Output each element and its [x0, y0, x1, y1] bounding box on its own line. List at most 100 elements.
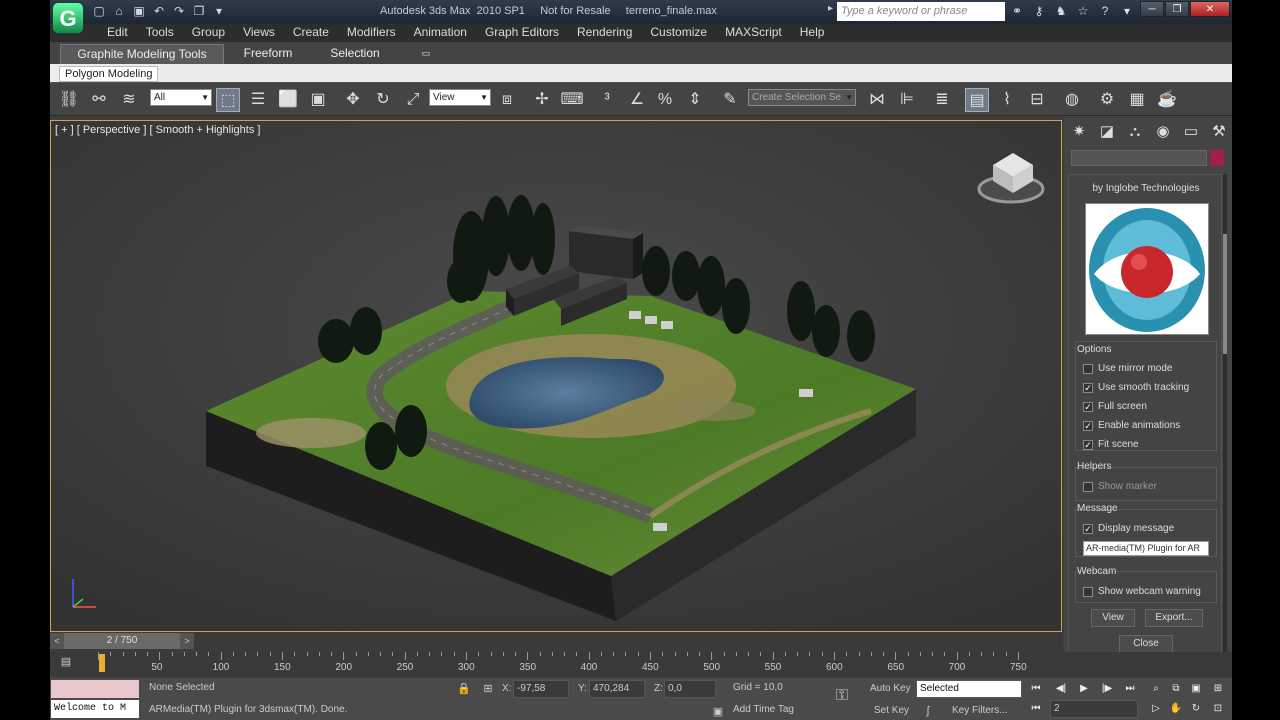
add-time-tag[interactable]: Add Time Tag — [730, 702, 820, 720]
set-key-icon[interactable]: ⚿ — [834, 688, 850, 704]
utilities-tab-icon[interactable]: ⚒ — [1208, 121, 1230, 143]
menu-views[interactable]: Views — [234, 24, 284, 42]
close-window-button[interactable]: ✕ — [1190, 1, 1230, 17]
menu-graph-editors[interactable]: Graph Editors — [476, 24, 568, 42]
maxscript-mini-listener[interactable]: Welcome to M — [51, 700, 139, 718]
absolute-mode-icon[interactable]: ⊞ — [480, 681, 496, 697]
object-name-field[interactable] — [1071, 150, 1207, 166]
menu-create[interactable]: Create — [284, 24, 338, 42]
play-icon[interactable]: ▶ — [1074, 680, 1094, 697]
checkbox-box[interactable] — [1083, 586, 1093, 597]
current-frame-marker[interactable] — [99, 654, 106, 672]
quick-access-dropdown-icon[interactable]: ▾ — [210, 3, 228, 20]
mirror-icon[interactable]: ⋈ — [865, 88, 889, 112]
restore-button[interactable]: ❐ — [1165, 1, 1189, 17]
tab-freeform[interactable]: Freeform — [230, 44, 306, 64]
go-to-start-icon[interactable]: ⏮ — [1026, 680, 1046, 697]
window-crossing-icon[interactable]: ▣ — [306, 88, 330, 112]
select-and-rotate-icon[interactable]: ↻ — [371, 88, 395, 112]
project-folder-icon[interactable]: ❐ — [190, 3, 208, 20]
curve-editor-icon[interactable]: ⌇ — [995, 88, 1019, 112]
minimize-button[interactable]: ─ — [1140, 1, 1164, 17]
bind-space-warp-icon[interactable]: ≋ — [117, 88, 141, 112]
key-mode-dropdown[interactable]: Selected — [916, 680, 1022, 698]
panel-polygon-modeling[interactable]: Polygon Modeling — [59, 66, 159, 82]
check-icon[interactable]: ✓ — [1083, 401, 1093, 412]
key-filters-button[interactable]: Key Filters... — [952, 702, 1008, 720]
schematic-view-icon[interactable]: ⊟ — [1025, 88, 1049, 112]
percent-snap-icon[interactable]: % — [653, 88, 677, 112]
command-panel-scrollbar[interactable] — [1223, 174, 1227, 664]
motion-tab-icon[interactable]: ◉ — [1152, 121, 1174, 143]
pivot-center-icon[interactable]: ⧈ — [495, 88, 519, 112]
check-icon[interactable]: ✓ — [1083, 382, 1093, 393]
zoom-extents-all-icon[interactable]: ⊞ — [1208, 680, 1228, 697]
checkbox-box[interactable] — [1083, 481, 1093, 492]
time-slider-next-icon[interactable]: > — [180, 633, 194, 649]
mini-curve-editor-icon[interactable]: ▤ — [58, 654, 74, 670]
close-button[interactable]: Close — [1119, 635, 1173, 653]
help-dropdown-icon[interactable]: ▾ — [1118, 3, 1136, 20]
next-frame-icon[interactable]: |▶ — [1097, 680, 1117, 697]
subscription-icon[interactable]: ♞ — [1052, 3, 1070, 20]
selection-filter-dropdown[interactable]: All — [150, 89, 212, 106]
scrollbar-thumb[interactable] — [1223, 234, 1227, 354]
previous-frame-icon[interactable]: ◀| — [1051, 680, 1071, 697]
default-tangent-icon[interactable]: ∫ — [920, 703, 936, 719]
menu-help[interactable]: Help — [791, 24, 834, 42]
favorites-star-icon[interactable]: ☆ — [1074, 3, 1092, 20]
menu-rendering[interactable]: Rendering — [568, 24, 641, 42]
select-by-name-icon[interactable]: ☰ — [246, 88, 270, 112]
menu-group[interactable]: Group — [183, 24, 234, 42]
view-button[interactable]: View — [1091, 609, 1135, 627]
z-coordinate-field[interactable]: 0,0 — [664, 680, 716, 698]
zoom-icon[interactable]: ⌕ — [1146, 680, 1166, 697]
snaps-toggle-icon[interactable]: ³ — [595, 88, 619, 112]
time-slider-prev-icon[interactable]: < — [50, 633, 64, 649]
select-and-scale-icon[interactable]: ⤢ — [401, 88, 425, 112]
open-file-icon[interactable]: ⌂ — [110, 3, 128, 20]
frame-ruler[interactable]: 50 100 150 200 250 300 350 400 450 500 550 600 650 70… — [98, 652, 1027, 676]
key-mode-toggle-icon[interactable]: ⏮ — [1026, 700, 1046, 717]
fit-scene-checkbox[interactable]: ✓ Fit scene — [1083, 439, 1139, 450]
export-button[interactable]: Export... — [1145, 609, 1203, 627]
unlink-selection-icon[interactable]: ⚯ — [87, 88, 111, 112]
maxscript-listener-output[interactable] — [51, 680, 139, 698]
auto-key-button[interactable]: Auto Key — [870, 680, 911, 698]
display-tab-icon[interactable]: ▭ — [1180, 121, 1202, 143]
tab-graphite-modeling-tools[interactable]: Graphite Modeling Tools — [60, 44, 224, 64]
checkbox-box[interactable] — [1083, 363, 1093, 374]
message-text-field[interactable]: AR-media(TM) Plugin for AR — [1083, 541, 1209, 556]
zoom-all-icon[interactable]: ⧉ — [1166, 680, 1186, 697]
use-mirror-mode-checkbox[interactable]: Use mirror mode — [1083, 363, 1172, 374]
layer-manager-icon[interactable]: ≣ — [930, 88, 954, 112]
key-icon[interactable]: ⚷ — [1030, 3, 1048, 20]
check-icon[interactable]: ✓ — [1083, 420, 1093, 431]
manipulate-icon[interactable]: ✢ — [530, 88, 554, 112]
time-slider-thumb[interactable]: 2 / 750 — [64, 633, 180, 649]
render-setup-icon[interactable]: ⚙ — [1095, 88, 1119, 112]
search-expand-icon[interactable]: ▸ — [828, 3, 833, 14]
new-file-icon[interactable]: ▢ — [90, 3, 108, 20]
menu-customize[interactable]: Customize — [641, 24, 716, 42]
create-tab-icon[interactable]: ✷ — [1068, 121, 1090, 143]
menu-animation[interactable]: Animation — [405, 24, 476, 42]
check-icon[interactable]: ✓ — [1083, 439, 1093, 450]
zoom-extents-icon[interactable]: ▣ — [1186, 680, 1206, 697]
show-marker-checkbox[interactable]: Show marker — [1083, 481, 1157, 492]
align-icon[interactable]: ⊫ — [895, 88, 919, 112]
edit-named-selection-icon[interactable]: ✎ — [718, 88, 742, 112]
maximize-viewport-icon[interactable]: ⊡ — [1208, 700, 1228, 717]
current-frame-field[interactable]: 2 — [1050, 700, 1138, 718]
set-key-button[interactable]: Set Key — [874, 702, 909, 720]
menu-tools[interactable]: Tools — [137, 24, 183, 42]
hierarchy-tab-icon[interactable]: ⛬ — [1124, 121, 1146, 143]
reference-coordinate-dropdown[interactable]: View — [429, 89, 491, 106]
time-slider[interactable]: < 2 / 750 > — [50, 632, 1062, 650]
display-message-checkbox[interactable]: ✓ Display message — [1083, 523, 1174, 534]
x-coordinate-field[interactable]: -97,58 — [513, 680, 569, 698]
angle-snap-icon[interactable]: ∠ — [625, 88, 649, 112]
go-to-end-icon[interactable]: ⏭ — [1120, 680, 1140, 697]
full-screen-checkbox[interactable]: ✓ Full screen — [1083, 401, 1147, 412]
undo-icon[interactable]: ↶ — [150, 3, 168, 20]
